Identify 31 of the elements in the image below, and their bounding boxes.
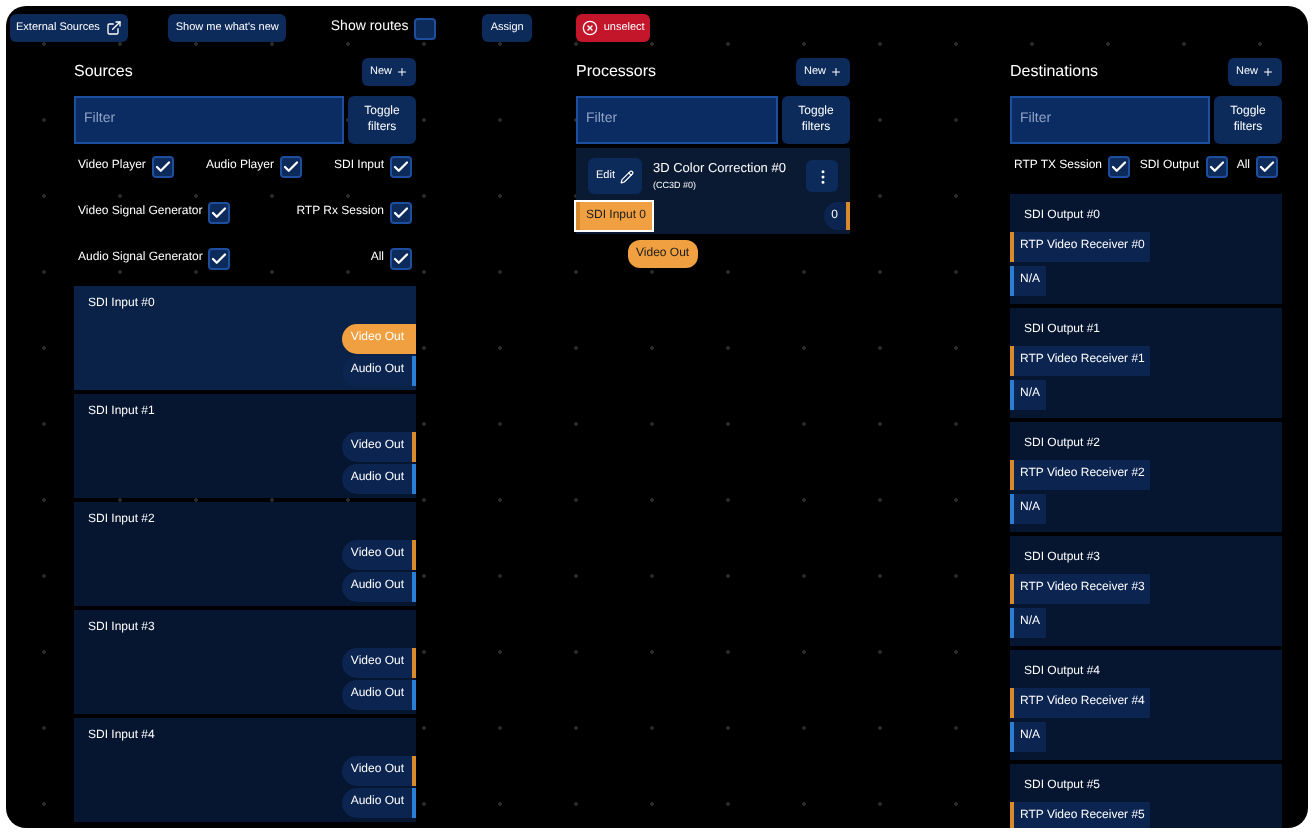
check-icon xyxy=(1257,158,1276,176)
check-icon xyxy=(392,250,410,268)
column-title: Processors xyxy=(576,60,657,84)
checkbox[interactable] xyxy=(1108,156,1131,178)
pencil-icon xyxy=(620,169,635,183)
checkbox[interactable] xyxy=(151,156,174,178)
check-icon xyxy=(210,204,229,222)
checkbox[interactable] xyxy=(208,202,231,224)
plus-icon xyxy=(1262,66,1274,78)
check-icon xyxy=(392,204,410,222)
plus-icon xyxy=(396,66,408,78)
column-title: Sources xyxy=(74,60,133,84)
checkbox[interactable] xyxy=(279,156,302,178)
checkbox[interactable] xyxy=(1255,156,1278,178)
check-icon xyxy=(1110,158,1129,176)
checkbox[interactable] xyxy=(1205,156,1228,178)
close-icon xyxy=(581,20,598,36)
more-button[interactable] xyxy=(806,160,838,192)
plus-icon xyxy=(830,66,842,78)
checkbox[interactable] xyxy=(208,248,231,270)
external-link-icon xyxy=(105,20,122,36)
checkbox[interactable] xyxy=(390,156,412,178)
check-icon xyxy=(210,250,229,268)
checkbox[interactable] xyxy=(390,248,412,270)
check-icon xyxy=(281,158,300,176)
checkbox[interactable] xyxy=(414,17,437,39)
checkbox[interactable] xyxy=(390,202,412,224)
check-icon xyxy=(153,158,172,176)
column-title: Destinations xyxy=(1010,60,1099,84)
check-icon xyxy=(392,158,410,176)
check-icon xyxy=(1207,158,1226,176)
